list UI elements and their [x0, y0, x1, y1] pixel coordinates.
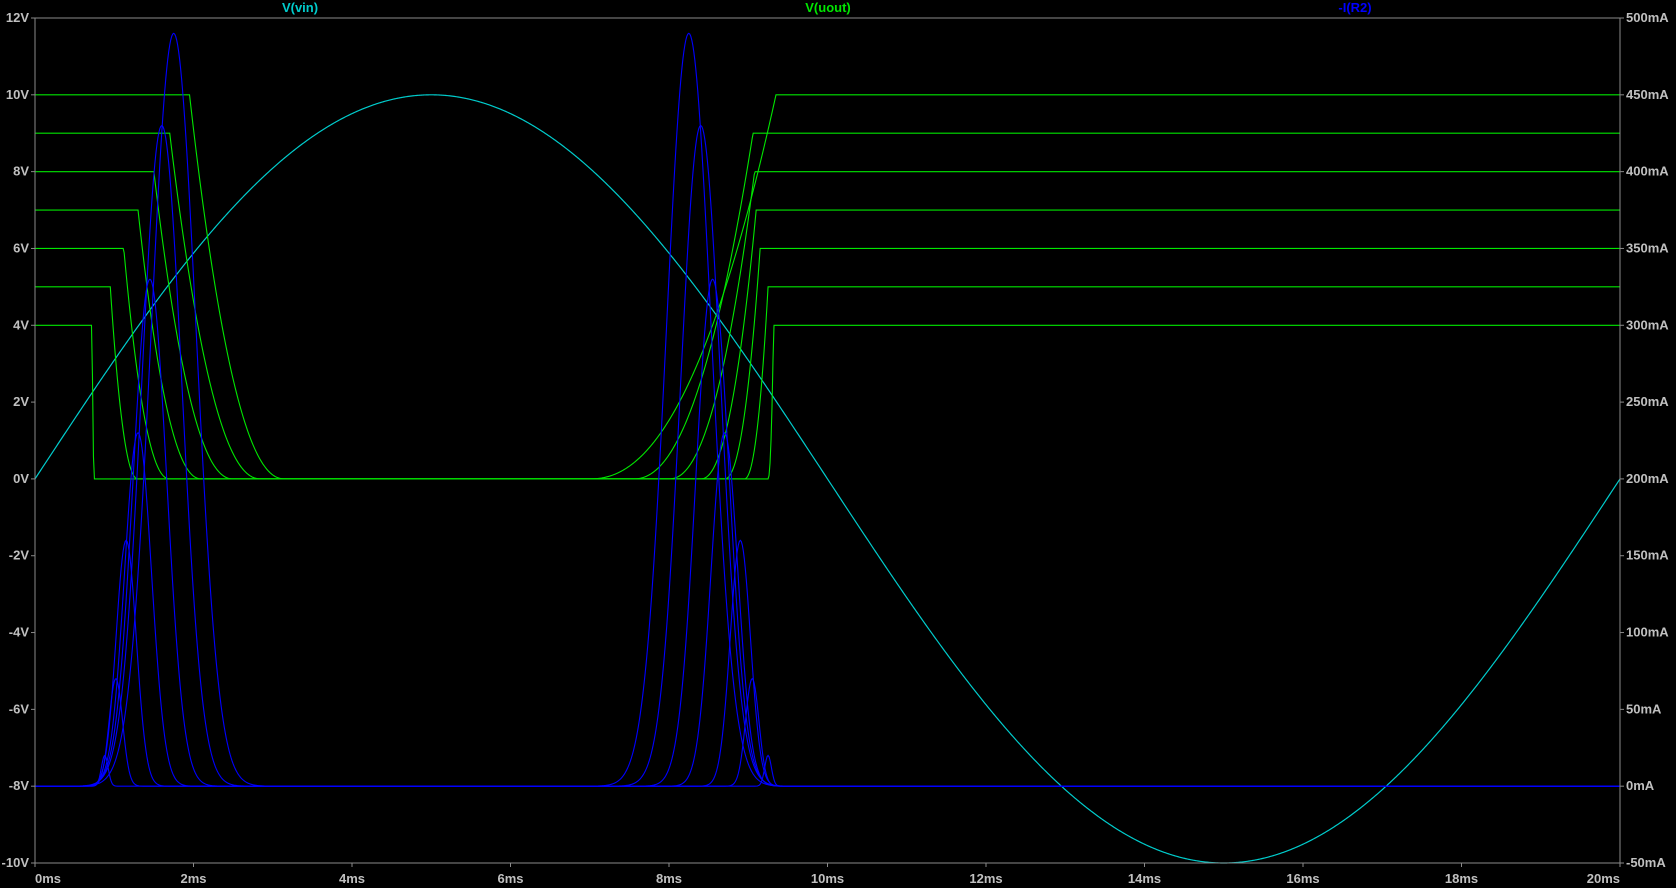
y-right-tick-label: 50mA [1626, 701, 1662, 716]
legend-vin[interactable]: V(vin) [282, 0, 318, 15]
y-right-tick-label: 200mA [1626, 471, 1669, 486]
x-tick-label: 6ms [497, 871, 523, 886]
y-right-tick-label: 300mA [1626, 317, 1669, 332]
y-left-tick-label: 12V [6, 10, 29, 25]
y-right-tick-label: 450mA [1626, 87, 1669, 102]
y-left-tick-label: 6V [13, 240, 29, 255]
y-left-tick-label: 0V [13, 471, 29, 486]
y-left-tick-label: 8V [13, 164, 29, 179]
y-left-tick-label: 2V [13, 394, 29, 409]
x-tick-label: 20ms [1587, 871, 1620, 886]
x-tick-label: 12ms [969, 871, 1002, 886]
x-tick-label: 0ms [35, 871, 61, 886]
x-tick-label: 2ms [180, 871, 206, 886]
legend-vout[interactable]: V(uout) [805, 0, 850, 15]
y-right-tick-label: 150mA [1626, 548, 1669, 563]
y-left-tick-label: -6V [9, 701, 30, 716]
y-left-tick-label: -4V [9, 625, 30, 640]
x-tick-label: 4ms [339, 871, 365, 886]
x-tick-label: 8ms [656, 871, 682, 886]
y-right-tick-label: 350mA [1626, 240, 1669, 255]
y-right-tick-label: 500mA [1626, 10, 1669, 25]
x-tick-label: 18ms [1445, 871, 1478, 886]
x-tick-label: 16ms [1286, 871, 1319, 886]
y-left-tick-label: -8V [9, 778, 30, 793]
y-right-tick-label: 100mA [1626, 625, 1669, 640]
y-left-tick-label: -10V [2, 855, 30, 870]
y-right-tick-label: -50mA [1626, 855, 1666, 870]
y-left-tick-label: -2V [9, 548, 30, 563]
waveform-plot[interactable]: 12V 10V 8V 6V 4V 2V 0V -2V -4V -6V -8V -10V 500mA 45… [0, 0, 1676, 888]
y-right-tick-label: 400mA [1626, 164, 1669, 179]
legend-ir2[interactable]: -I(R2) [1338, 0, 1371, 15]
y-right-tick-label: 0mA [1626, 778, 1655, 793]
y-left-tick-label: 10V [6, 87, 29, 102]
y-right-tick-label: 250mA [1626, 394, 1669, 409]
x-tick-label: 14ms [1128, 871, 1161, 886]
x-tick-label: 10ms [811, 871, 844, 886]
y-left-tick-label: 4V [13, 317, 29, 332]
